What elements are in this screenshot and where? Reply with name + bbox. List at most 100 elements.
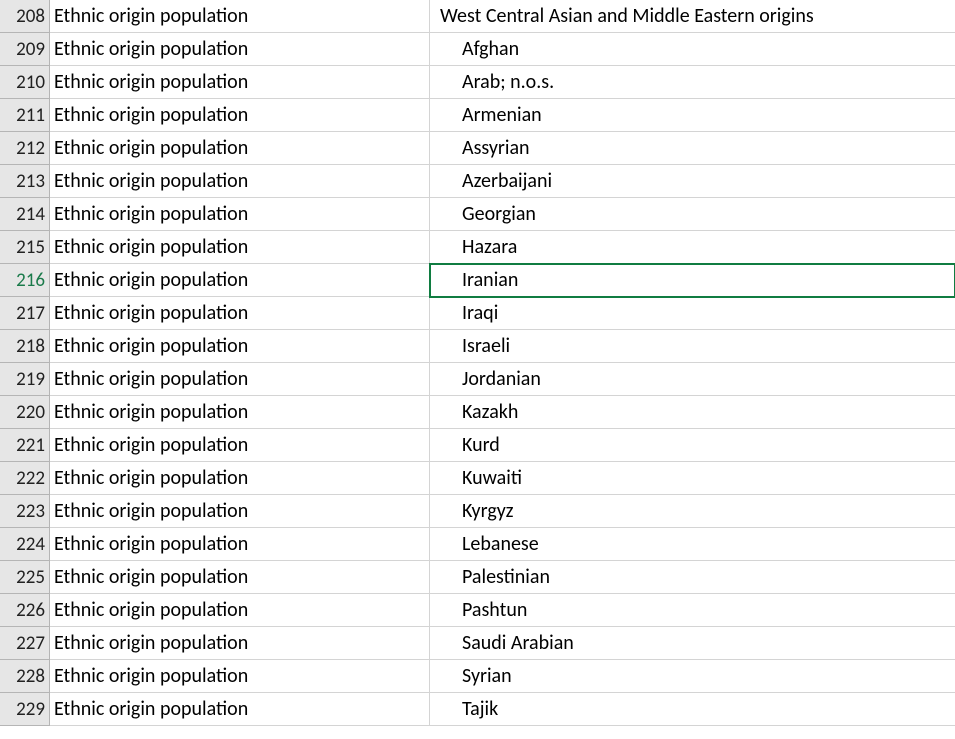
cell-category[interactable]: Ethnic origin population (50, 231, 430, 264)
cell-category[interactable]: Ethnic origin population (50, 66, 430, 99)
cell-category[interactable]: Ethnic origin population (50, 396, 430, 429)
cell-value[interactable]: Palestinian (430, 561, 955, 594)
table-row[interactable]: 228Ethnic origin population Syrian (0, 660, 955, 693)
cell-value[interactable]: Saudi Arabian (430, 627, 955, 660)
table-row[interactable]: 222Ethnic origin population Kuwaiti (0, 462, 955, 495)
row-header[interactable]: 213 (0, 165, 50, 198)
cell-value[interactable]: West Central Asian and Middle Eastern or… (430, 0, 955, 33)
cell-category[interactable]: Ethnic origin population (50, 165, 430, 198)
cell-value-text: Kurd (440, 433, 500, 457)
table-row[interactable]: 211Ethnic origin population Armenian (0, 99, 955, 132)
cell-value[interactable]: Kurd (430, 429, 955, 462)
cell-category[interactable]: Ethnic origin population (50, 363, 430, 396)
cell-value[interactable]: Armenian (430, 99, 955, 132)
row-header[interactable]: 210 (0, 66, 50, 99)
cell-value-text: Georgian (440, 202, 536, 226)
cell-value[interactable]: Kazakh (430, 396, 955, 429)
cell-value[interactable]: Syrian (430, 660, 955, 693)
table-row[interactable]: 214Ethnic origin population Georgian (0, 198, 955, 231)
table-row[interactable]: 215Ethnic origin population Hazara (0, 231, 955, 264)
cell-value[interactable]: Arab; n.o.s. (430, 66, 955, 99)
cell-category[interactable]: Ethnic origin population (50, 198, 430, 231)
cell-category[interactable]: Ethnic origin population (50, 297, 430, 330)
cell-value-text: Saudi Arabian (440, 631, 574, 655)
row-header[interactable]: 214 (0, 198, 50, 231)
cell-value-text: Kuwaiti (440, 466, 522, 490)
cell-value-text: Arab; n.o.s. (440, 70, 554, 94)
table-row[interactable]: 225Ethnic origin populationPalestinian (0, 561, 955, 594)
cell-value[interactable]: Iranian (430, 264, 955, 297)
cell-value[interactable]: Afghan (430, 33, 955, 66)
cell-value[interactable]: Lebanese (430, 528, 955, 561)
cell-value-text: Afghan (440, 37, 519, 61)
cell-value[interactable]: Azerbaijani (430, 165, 955, 198)
cell-category[interactable]: Ethnic origin population (50, 33, 430, 66)
cell-value[interactable]: Kyrgyz (430, 495, 955, 528)
cell-category[interactable]: Ethnic origin population (50, 0, 430, 33)
row-header[interactable]: 222 (0, 462, 50, 495)
table-row[interactable]: 220Ethnic origin populationKazakh (0, 396, 955, 429)
table-row[interactable]: 216Ethnic origin populationIranian (0, 264, 955, 297)
cell-category[interactable]: Ethnic origin population (50, 99, 430, 132)
row-header[interactable]: 226 (0, 594, 50, 627)
cell-category[interactable]: Ethnic origin population (50, 462, 430, 495)
cell-value[interactable]: Kuwaiti (430, 462, 955, 495)
cell-value-text: Armenian (440, 103, 542, 127)
row-header[interactable]: 229 (0, 693, 50, 726)
cell-value-text: Hazara (440, 235, 517, 259)
cell-category[interactable]: Ethnic origin population (50, 330, 430, 363)
cell-category[interactable]: Ethnic origin population (50, 495, 430, 528)
row-header[interactable]: 209 (0, 33, 50, 66)
cell-category[interactable]: Ethnic origin population (50, 693, 430, 726)
table-row[interactable]: 209Ethnic origin population Afghan (0, 33, 955, 66)
row-header[interactable]: 216 (0, 264, 50, 297)
table-row[interactable]: 223Ethnic origin populationKyrgyz (0, 495, 955, 528)
row-header[interactable]: 217 (0, 297, 50, 330)
cell-value[interactable]: Iraqi (430, 297, 955, 330)
table-row[interactable]: 221Ethnic origin population Kurd (0, 429, 955, 462)
cell-value[interactable]: Israeli (430, 330, 955, 363)
row-header[interactable]: 225 (0, 561, 50, 594)
cell-category[interactable]: Ethnic origin population (50, 561, 430, 594)
cell-value-text: Tajik (440, 697, 498, 721)
row-header[interactable]: 212 (0, 132, 50, 165)
row-header[interactable]: 218 (0, 330, 50, 363)
row-header[interactable]: 215 (0, 231, 50, 264)
cell-value[interactable]: Pashtun (430, 594, 955, 627)
row-header[interactable]: 220 (0, 396, 50, 429)
cell-category[interactable]: Ethnic origin population (50, 264, 430, 297)
cell-category[interactable]: Ethnic origin population (50, 660, 430, 693)
table-row[interactable]: 218Ethnic origin populationIsraeli (0, 330, 955, 363)
row-header[interactable]: 227 (0, 627, 50, 660)
table-row[interactable]: 226Ethnic origin populationPashtun (0, 594, 955, 627)
cell-value[interactable]: Georgian (430, 198, 955, 231)
cell-value[interactable]: Hazara (430, 231, 955, 264)
table-row[interactable]: 208Ethnic origin population West Central … (0, 0, 955, 33)
spreadsheet-view[interactable]: 208Ethnic origin populationWest Central … (0, 0, 955, 739)
cell-category[interactable]: Ethnic origin population (50, 429, 430, 462)
cell-category[interactable]: Ethnic origin population (50, 627, 430, 660)
cell-value[interactable]: Assyrian (430, 132, 955, 165)
table-row[interactable]: 217Ethnic origin populationIraqi (0, 297, 955, 330)
cell-value[interactable]: Tajik (430, 693, 955, 726)
row-header[interactable]: 208 (0, 0, 50, 33)
row-header[interactable]: 219 (0, 363, 50, 396)
row-header[interactable]: 228 (0, 660, 50, 693)
table-row[interactable]: 227Ethnic origin population Saudi Arabian (0, 627, 955, 660)
cell-category[interactable]: Ethnic origin population (50, 132, 430, 165)
table-row[interactable]: 212Ethnic origin populationAssyrian (0, 132, 955, 165)
cell-value-text: Syrian (440, 664, 512, 688)
row-header[interactable]: 224 (0, 528, 50, 561)
table-row[interactable]: 224Ethnic origin populationLebanese (0, 528, 955, 561)
cell-value-text: West Central Asian and Middle Eastern or… (440, 4, 814, 28)
table-row[interactable]: 210Ethnic origin population Arab; n.o.s. (0, 66, 955, 99)
table-row[interactable]: 219Ethnic origin populationJordanian (0, 363, 955, 396)
cell-category[interactable]: Ethnic origin population (50, 528, 430, 561)
cell-category[interactable]: Ethnic origin population (50, 594, 430, 627)
table-row[interactable]: 229Ethnic origin population Tajik (0, 693, 955, 726)
cell-value[interactable]: Jordanian (430, 363, 955, 396)
row-header[interactable]: 211 (0, 99, 50, 132)
table-row[interactable]: 213Ethnic origin populationAzerbaijani (0, 165, 955, 198)
row-header[interactable]: 223 (0, 495, 50, 528)
row-header[interactable]: 221 (0, 429, 50, 462)
